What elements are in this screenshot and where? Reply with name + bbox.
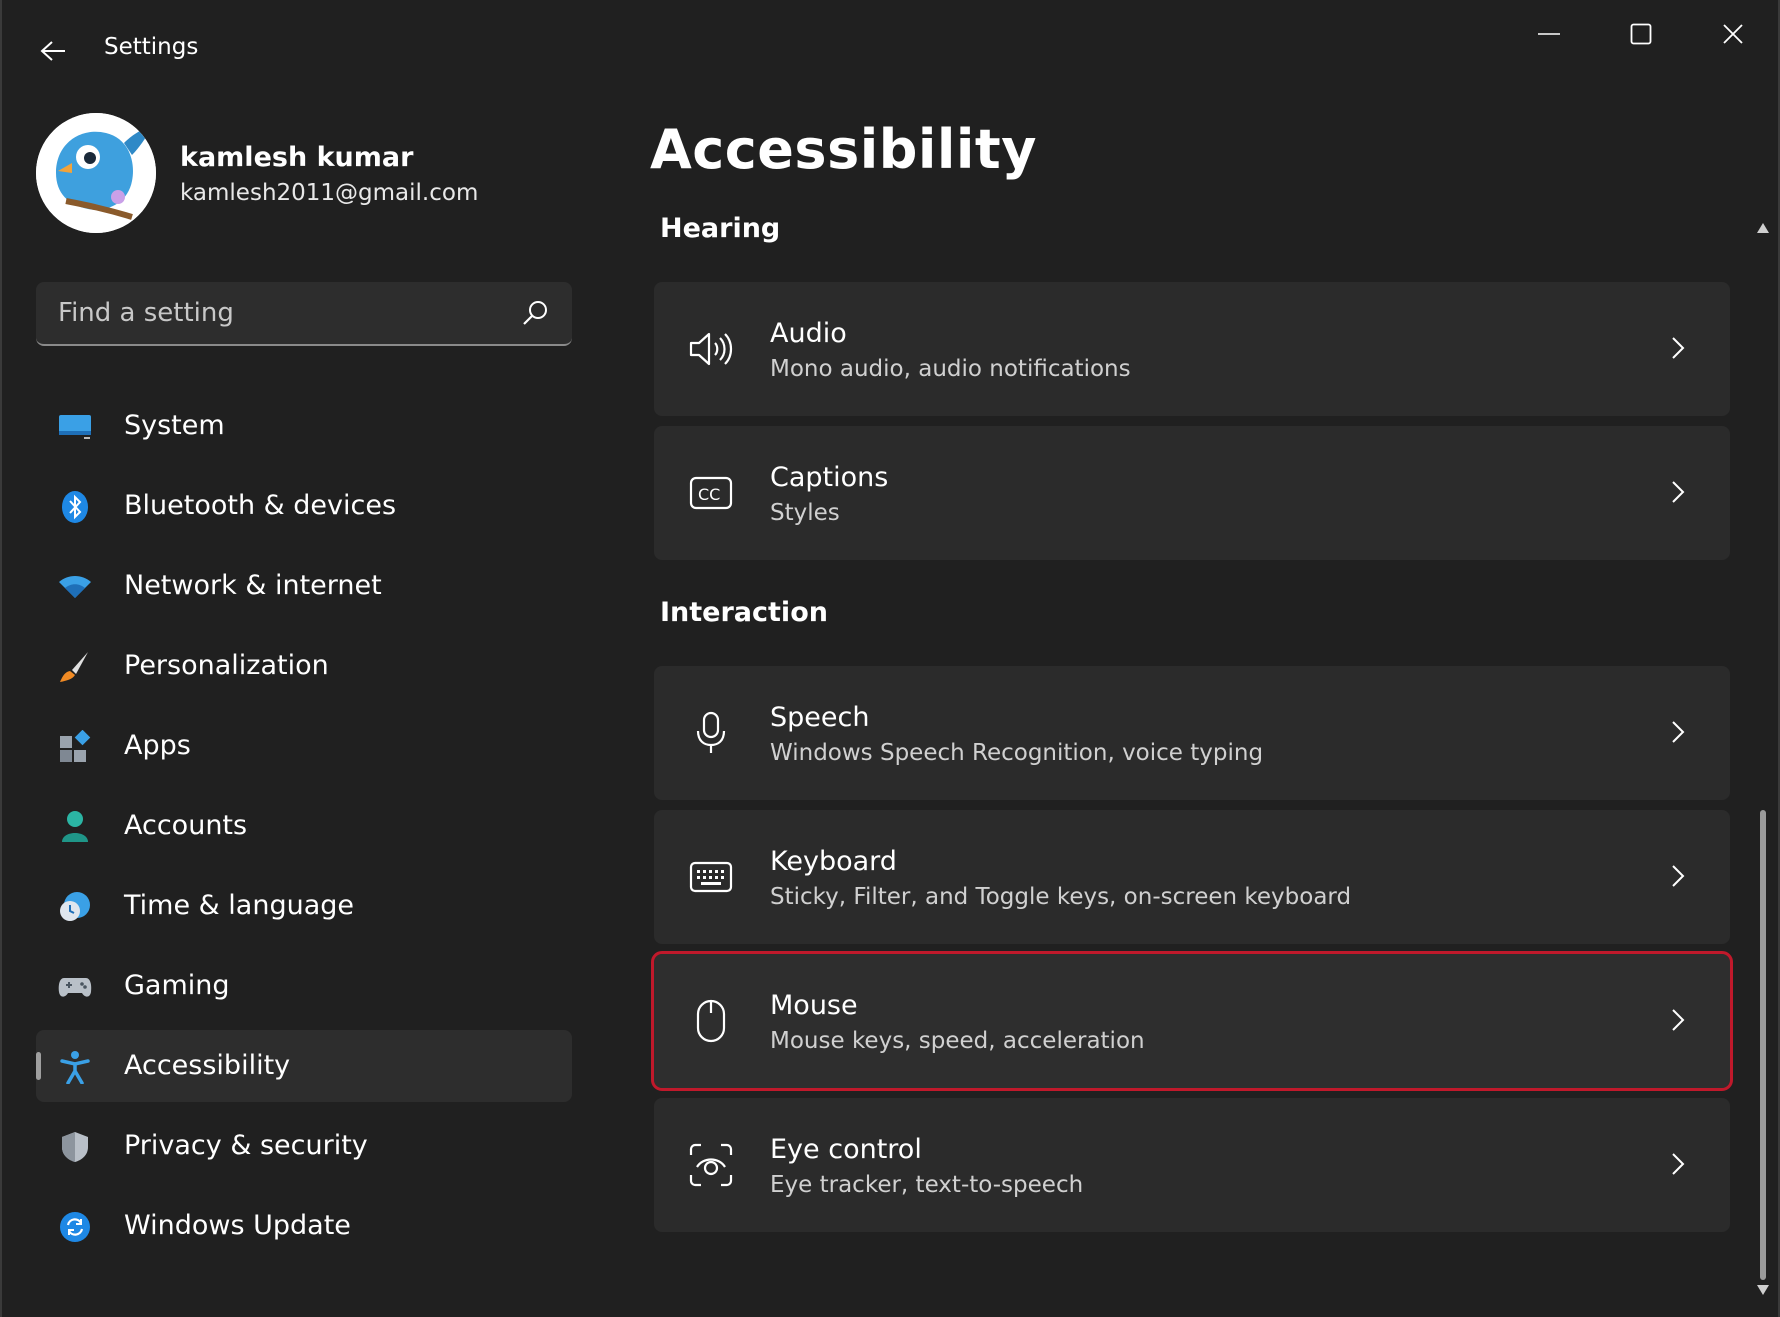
card-title: Keyboard	[770, 846, 897, 877]
scroll-down-icon[interactable]	[1756, 1284, 1770, 1296]
eye-control-icon	[688, 1142, 734, 1188]
wifi-icon	[58, 570, 92, 604]
captions-card[interactable]: CC Captions Styles	[654, 426, 1730, 560]
card-title: Captions	[770, 462, 889, 493]
sidebar-item-label: Privacy & security	[124, 1130, 368, 1161]
chevron-right-icon	[1662, 476, 1694, 508]
section-title-hearing: Hearing	[660, 213, 781, 244]
bluetooth-icon	[58, 490, 92, 524]
system-icon	[58, 410, 92, 444]
scroll-up-icon[interactable]	[1756, 222, 1770, 234]
card-subtitle: Eye tracker, text-to-speech	[770, 1172, 1084, 1198]
card-subtitle: Styles	[770, 500, 840, 526]
clock-globe-icon	[58, 890, 92, 924]
active-indicator	[36, 1052, 41, 1080]
chevron-right-icon	[1662, 1148, 1694, 1180]
bird-avatar-icon	[36, 113, 156, 233]
sidebar-item-label: Apps	[124, 730, 191, 761]
back-button[interactable]	[32, 30, 74, 72]
close-button[interactable]	[1698, 12, 1768, 56]
card-subtitle: Mouse keys, speed, acceleration	[770, 1028, 1145, 1054]
card-subtitle: Sticky, Filter, and Toggle keys, on-scre…	[770, 884, 1352, 910]
gamepad-icon	[58, 970, 92, 1004]
sidebar-nav: System Bluetooth & devices Network & int…	[36, 390, 572, 1270]
minimize-button[interactable]	[1514, 12, 1584, 56]
update-icon	[58, 1210, 92, 1244]
sidebar-item-privacy[interactable]: Privacy & security	[36, 1110, 572, 1182]
brush-icon	[58, 650, 92, 684]
keyboard-icon	[688, 854, 734, 900]
mouse-icon	[688, 998, 734, 1044]
keyboard-card[interactable]: Keyboard Sticky, Filter, and Toggle keys…	[654, 810, 1730, 944]
eye-control-card[interactable]: Eye control Eye tracker, text-to-speech	[654, 1098, 1730, 1232]
chevron-right-icon	[1662, 332, 1694, 364]
sidebar-item-label: Windows Update	[124, 1210, 351, 1241]
sidebar-item-bluetooth[interactable]: Bluetooth & devices	[36, 470, 572, 542]
sidebar-item-accessibility[interactable]: Accessibility	[36, 1030, 572, 1102]
apps-icon	[58, 730, 92, 764]
sidebar-item-system[interactable]: System	[36, 390, 572, 462]
page-title: Accessibility	[650, 118, 1037, 181]
back-arrow-icon	[40, 41, 65, 61]
microphone-icon	[688, 710, 734, 756]
accessibility-icon	[58, 1050, 92, 1084]
app-title: Settings	[104, 34, 199, 60]
card-title: Speech	[770, 702, 870, 733]
close-icon	[1723, 24, 1743, 44]
captions-icon: CC	[688, 470, 734, 516]
card-title: Eye control	[770, 1134, 922, 1165]
sidebar-item-network[interactable]: Network & internet	[36, 550, 572, 622]
sidebar-item-label: System	[124, 410, 225, 441]
search-box[interactable]: Find a setting	[36, 282, 572, 346]
sidebar-item-label: Bluetooth & devices	[124, 490, 397, 521]
search-icon[interactable]	[520, 298, 550, 328]
chevron-right-icon	[1662, 1004, 1694, 1036]
sidebar-item-label: Gaming	[124, 970, 230, 1001]
card-subtitle: Windows Speech Recognition, voice typing	[770, 740, 1264, 766]
sidebar-item-label: Accounts	[124, 810, 248, 841]
card-subtitle: Mono audio, audio notifications	[770, 356, 1131, 382]
sidebar-item-time-language[interactable]: Time & language	[36, 870, 572, 942]
sidebar-item-gaming[interactable]: Gaming	[36, 950, 572, 1022]
avatar[interactable]	[36, 113, 156, 233]
sidebar-item-personalization[interactable]: Personalization	[36, 630, 572, 702]
title-bar: Settings	[2, 0, 1778, 96]
svg-text:CC: CC	[698, 485, 720, 504]
sidebar-item-label: Personalization	[124, 650, 329, 681]
chevron-right-icon	[1662, 860, 1694, 892]
speech-card[interactable]: Speech Windows Speech Recognition, voice…	[654, 666, 1730, 800]
chevron-right-icon	[1662, 716, 1694, 748]
scroll-thumb[interactable]	[1760, 810, 1766, 1280]
sidebar-item-label: Time & language	[124, 890, 355, 921]
card-title: Mouse	[770, 990, 858, 1021]
user-name: kamlesh kumar	[180, 142, 414, 173]
speaker-icon	[688, 326, 734, 372]
sidebar-item-label: Accessibility	[124, 1050, 291, 1081]
card-title: Audio	[770, 318, 847, 349]
person-icon	[58, 810, 92, 844]
sidebar-item-windows-update[interactable]: Windows Update	[36, 1190, 572, 1262]
audio-card[interactable]: Audio Mono audio, audio notifications	[654, 282, 1730, 416]
maximize-icon	[1630, 23, 1652, 45]
sidebar-item-apps[interactable]: Apps	[36, 710, 572, 782]
vertical-scrollbar[interactable]	[1754, 214, 1772, 1314]
search-input[interactable]: Find a setting	[58, 298, 234, 328]
shield-icon	[58, 1130, 92, 1164]
maximize-button[interactable]	[1606, 12, 1676, 56]
section-title-interaction: Interaction	[660, 597, 828, 628]
settings-window: Settings kamlesh kumar kamlesh2011@gmail…	[0, 0, 1780, 1317]
minimize-icon	[1538, 33, 1560, 35]
mouse-card[interactable]: Mouse Mouse keys, speed, acceleration	[651, 951, 1733, 1091]
user-email: kamlesh2011@gmail.com	[180, 180, 479, 206]
sidebar-item-label: Network & internet	[124, 570, 382, 601]
sidebar-item-accounts[interactable]: Accounts	[36, 790, 572, 862]
